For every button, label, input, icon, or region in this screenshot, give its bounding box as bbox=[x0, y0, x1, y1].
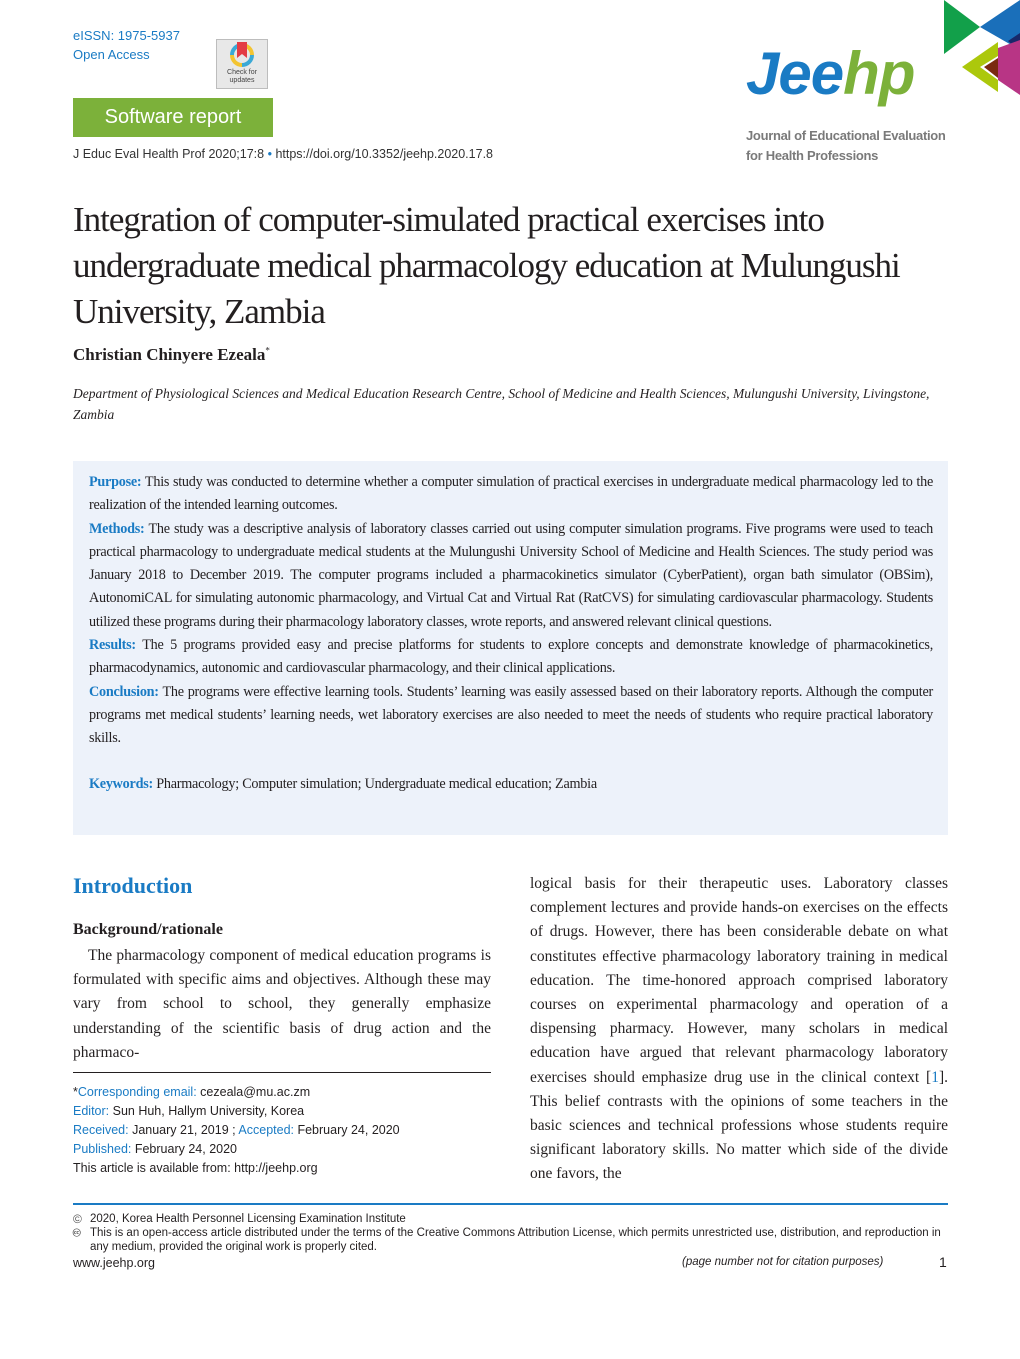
body-paragraph-left: The pharmacology component of medical ed… bbox=[73, 947, 491, 1061]
journal-citation: J Educ Eval Health Prof 2020;17:8 bbox=[73, 147, 265, 161]
accepted-value: February 24, 2020 bbox=[294, 1123, 400, 1137]
journal-logo[interactable]: Jeehp bbox=[746, 40, 915, 107]
logo-geometric-icon bbox=[944, 0, 1020, 95]
email-link[interactable]: cezeala@mu.ac.zm bbox=[197, 1085, 310, 1099]
journal-info: eISSN: 1975-5937 Open Access bbox=[73, 26, 180, 64]
abstract-keywords: Keywords: Pharmacology; Computer simulat… bbox=[89, 773, 933, 796]
abstract-results: Results: The 5 programs provided easy an… bbox=[89, 634, 933, 681]
dates-line: Received: January 21, 2019 ; Accepted: F… bbox=[73, 1121, 400, 1140]
copyright-icon: © bbox=[73, 1212, 82, 1226]
corresponding-author-mark: * bbox=[265, 345, 270, 356]
corresponding-email: *Corresponding email: cezeala@mu.ac.zm bbox=[73, 1083, 400, 1102]
abstract-conclusion: Conclusion: The programs were effective … bbox=[89, 681, 933, 751]
abstract-methods: Methods: The study was a descriptive ana… bbox=[89, 518, 933, 634]
keywords-text: Pharmacology; Computer simulation; Under… bbox=[152, 775, 597, 792]
license-text: This is an open-access article distribut… bbox=[90, 1227, 941, 1253]
doi-link[interactable]: https://doi.org/10.3352/jeehp.2020.17.8 bbox=[275, 147, 493, 161]
methods-label: Methods: bbox=[89, 520, 145, 537]
citation-line: J Educ Eval Health Prof 2020;17:8 • http… bbox=[73, 147, 493, 161]
editor-line: Editor: Sun Huh, Hallym University, Kore… bbox=[73, 1102, 400, 1121]
logo-magenta-shape bbox=[998, 40, 1020, 95]
copyright-text: 2020, Korea Health Personnel Licensing E… bbox=[90, 1213, 406, 1225]
open-access-label: Open Access bbox=[73, 47, 150, 62]
page-number: 1 bbox=[939, 1254, 947, 1270]
published-value: February 24, 2020 bbox=[131, 1142, 237, 1156]
purpose-label: Purpose: bbox=[89, 474, 142, 490]
abstract-box: Purpose: This study was conducted to det… bbox=[73, 461, 948, 835]
abstract-purpose: Purpose: This study was conducted to det… bbox=[89, 471, 933, 518]
journal-name-line-1: Journal of Educational Evaluation bbox=[746, 128, 946, 143]
article-title: Integration of computer-simulated practi… bbox=[73, 200, 901, 331]
license-line: 🅭 This is an open-access article distrib… bbox=[73, 1226, 948, 1254]
crossmark-label: Check for updates bbox=[227, 69, 257, 84]
author-label: Christian Chinyere Ezeala bbox=[73, 345, 266, 364]
conclusion-text: The programs were effective learning too… bbox=[89, 683, 933, 747]
editor-label: Editor: bbox=[73, 1104, 110, 1118]
published-line: Published: February 24, 2020 bbox=[73, 1140, 400, 1159]
purpose-text: This study was conducted to determine wh… bbox=[89, 474, 933, 514]
keywords-label: Keywords: bbox=[89, 775, 153, 792]
footer-divider bbox=[73, 1203, 948, 1205]
check-for-updates-button[interactable]: Check for updates bbox=[216, 39, 268, 89]
body-paragraph-right: logical basis for their therapeutic uses… bbox=[530, 872, 948, 1187]
methods-text: The study was a descriptive analysis of … bbox=[89, 520, 933, 630]
article-footnotes: *Corresponding email: cezeala@mu.ac.zm E… bbox=[73, 1083, 400, 1178]
body-text-part-1: logical basis for their therapeutic uses… bbox=[530, 875, 948, 1086]
results-label: Results: bbox=[89, 637, 136, 654]
footnote-divider bbox=[73, 1072, 491, 1073]
accepted-label: Accepted: bbox=[238, 1123, 294, 1137]
results-text: The 5 programs provided easy and precise… bbox=[89, 637, 933, 677]
page-number-note: (page number not for citation purposes) bbox=[682, 1256, 884, 1268]
logo-word-hp: hp bbox=[843, 40, 915, 107]
conclusion-label: Conclusion: bbox=[89, 683, 159, 700]
availability-line: This article is available from: http://j… bbox=[73, 1161, 318, 1175]
received-label: Received: bbox=[73, 1123, 129, 1137]
journal-name-line-2: for Health Professions bbox=[746, 148, 879, 163]
copyright-line: © 2020, Korea Health Personnel Licensing… bbox=[73, 1212, 948, 1226]
subheading-background: Background/rationale bbox=[73, 921, 223, 938]
received-value: January 21, 2019 ; bbox=[128, 1123, 239, 1137]
eissn: eISSN: 1975-5937 bbox=[73, 28, 180, 43]
journal-name: Journal of Educational Evaluation for He… bbox=[746, 126, 946, 166]
article-type-badge: Software report bbox=[73, 98, 273, 137]
citation-reference[interactable]: [1] bbox=[926, 1069, 944, 1086]
license-block: © 2020, Korea Health Personnel Licensing… bbox=[73, 1212, 948, 1254]
corresponding-label: Corresponding email: bbox=[77, 1085, 197, 1099]
author-name: Christian Chinyere Ezeala* bbox=[73, 345, 270, 365]
logo-word-jee: Jee bbox=[746, 40, 844, 107]
author-affiliation: Department of Physiological Sciences and… bbox=[73, 386, 930, 422]
editor-value: Sun Huh, Hallym University, Korea bbox=[109, 1104, 305, 1118]
bullet-separator: • bbox=[267, 147, 272, 161]
ref-number: 1 bbox=[931, 1068, 939, 1086]
creative-commons-icon: 🅭 bbox=[73, 1226, 81, 1240]
published-label: Published: bbox=[73, 1142, 132, 1156]
website-link[interactable]: www.jeehp.org bbox=[73, 1256, 155, 1270]
logo-green-triangle bbox=[944, 0, 980, 54]
section-heading-introduction: Introduction bbox=[73, 873, 193, 898]
